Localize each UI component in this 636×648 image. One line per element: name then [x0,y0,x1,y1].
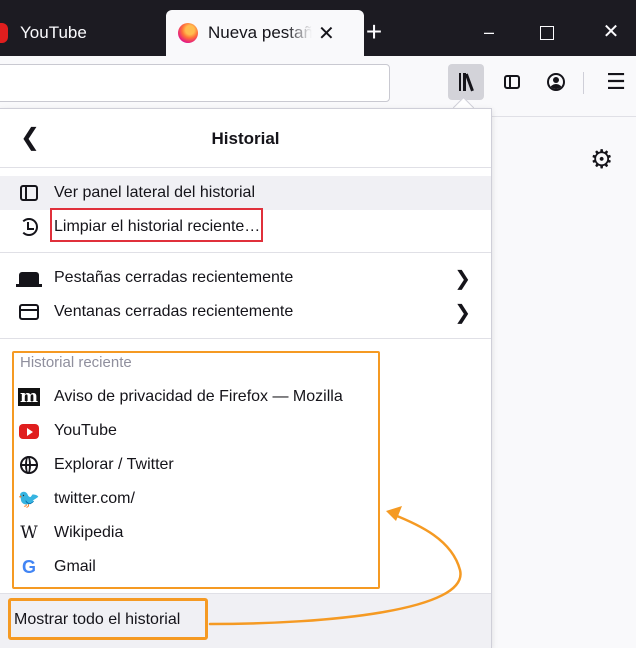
tab-title: YouTube [20,23,87,42]
chevron-right-icon: ❯ [454,267,471,290]
chevron-right-icon: ❯ [454,301,471,324]
highlight-show-all-history [8,598,208,640]
account-icon [547,73,565,91]
firefox-icon [178,23,198,43]
recently-closed-tabs-item[interactable]: Pestañas cerradas recientemente ❯ [0,261,491,295]
panel-title: Historial [211,129,280,148]
divider [0,338,491,339]
sidebar-button[interactable] [494,64,530,100]
panel-header: ❮ Historial [0,109,491,168]
maximize-button[interactable] [524,12,570,52]
browser-window: YouTube Nueva pestaña ✕ + – ✕ ☰ ⚙ ❮ Hist… [0,0,636,648]
menu-item-label: Ver panel lateral del historial [54,184,256,201]
tab-strip: YouTube Nueva pestaña ✕ + – ✕ [0,0,636,56]
youtube-favicon-icon [0,23,8,43]
sidebar-icon [504,75,520,89]
history-icon [20,218,38,236]
tabs-icon [16,272,42,287]
gear-icon[interactable]: ⚙ [590,144,613,175]
recently-closed-windows-item[interactable]: Ventanas cerradas recientemente ❯ [0,295,491,329]
minimize-button[interactable]: – [466,12,512,52]
sidebar-icon [20,185,38,201]
library-button[interactable] [448,64,484,100]
menu-item-label: Ventanas cerradas recientemente [54,303,294,320]
library-icon [458,73,474,92]
tab-youtube[interactable]: YouTube [0,10,160,56]
new-tab-button[interactable]: + [360,12,388,52]
window-icon [19,304,39,320]
close-tab-icon[interactable]: ✕ [318,21,335,46]
url-bar[interactable] [0,64,390,102]
maximize-icon [540,26,554,41]
tab-title: Nueva pestaña [208,23,312,42]
highlight-clear-history [50,208,263,242]
highlight-recent-history [12,351,380,589]
app-menu-button[interactable]: ☰ [598,64,634,100]
divider [0,252,491,253]
tab-new-tab[interactable]: Nueva pestaña ✕ [166,10,364,56]
close-window-button[interactable]: ✕ [588,12,634,52]
view-history-sidebar-item[interactable]: Ver panel lateral del historial [0,176,491,210]
account-button[interactable] [538,64,574,100]
toolbar-separator [583,72,584,94]
menu-item-label: Pestañas cerradas recientemente [54,269,294,286]
